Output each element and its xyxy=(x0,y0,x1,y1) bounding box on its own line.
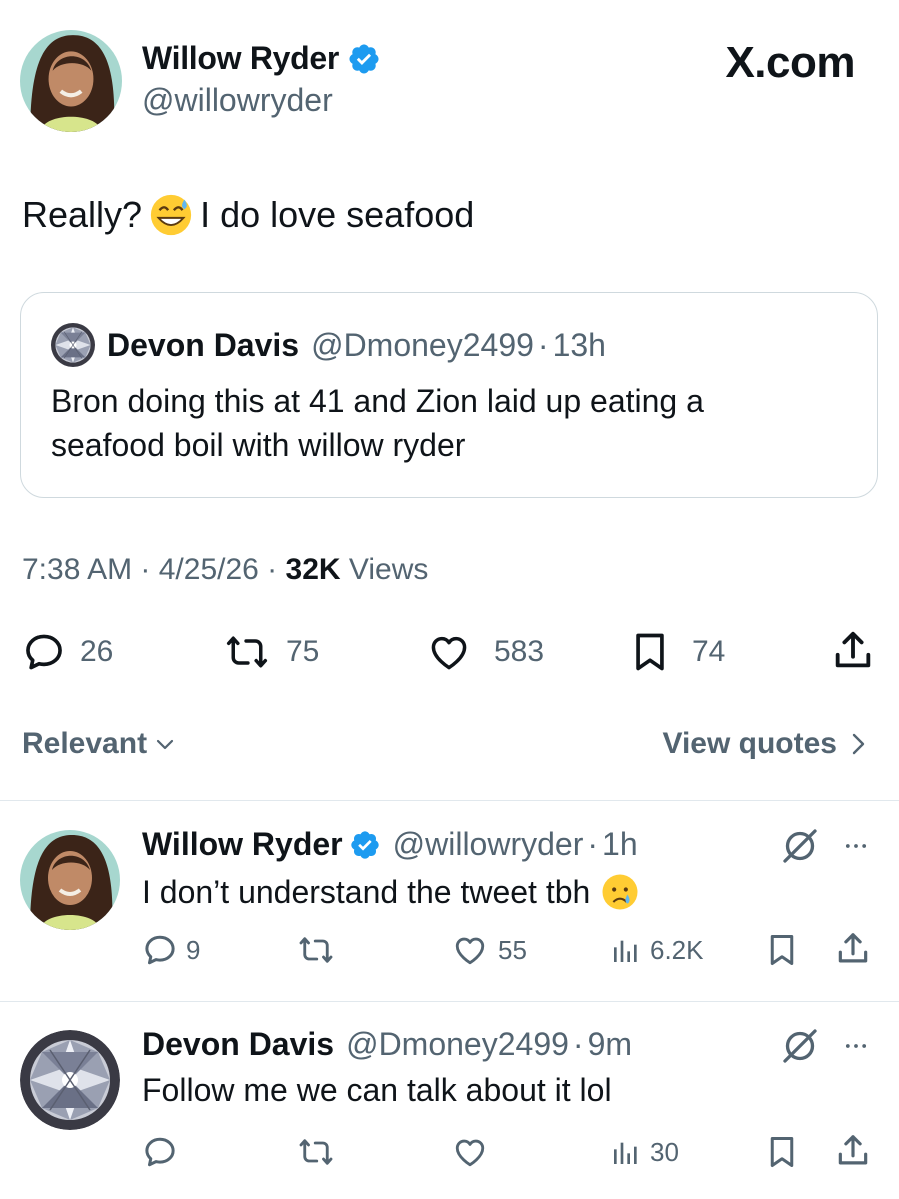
bookmark-icon[interactable] xyxy=(764,932,800,968)
reply-icon xyxy=(22,630,66,674)
reply-2-avatar-image xyxy=(20,1030,120,1130)
like-button[interactable]: 583 xyxy=(424,630,544,674)
bookmark-icon xyxy=(628,630,672,674)
tweet-time: 7:38 AM xyxy=(22,553,133,586)
reply-2-text-content: Follow me we can talk about it lol xyxy=(142,1072,612,1108)
author-name-row[interactable]: Willow Ryder xyxy=(142,40,381,77)
reply-2-avatar[interactable] xyxy=(20,1030,120,1130)
views-icon xyxy=(610,932,642,968)
bookmark-icon[interactable] xyxy=(764,1134,800,1170)
repost-icon xyxy=(222,630,272,674)
reply-1-text-content: I don’t understand the tweet tbh xyxy=(142,873,591,910)
reply-1-header: Willow Ryder @willowryder · 1h xyxy=(142,826,638,863)
reply-2-separator: · xyxy=(572,1026,584,1062)
grok-icon[interactable] xyxy=(780,826,820,866)
tweet-text: Really? I do love seafood xyxy=(22,192,474,238)
tweet-text-start: Really? xyxy=(22,194,143,235)
reply-icon xyxy=(142,1134,178,1170)
share-icon[interactable] xyxy=(834,1132,872,1170)
quoted-author-handle: @Dmoney2499 xyxy=(311,326,534,363)
heart-icon xyxy=(450,932,490,968)
share-icon xyxy=(830,628,876,674)
reply-1-text: I don’t understand the tweet tbh xyxy=(142,872,640,912)
meta-separator: · xyxy=(258,553,286,586)
meta-separator: · xyxy=(132,553,159,586)
views-count: 32K xyxy=(285,553,341,586)
heart-icon xyxy=(450,1134,490,1170)
reply-2-repost-button[interactable] xyxy=(296,1134,336,1170)
reply-2-views[interactable]: 30 xyxy=(610,1134,679,1170)
view-quotes-label: View quotes xyxy=(662,727,838,760)
bookmark-count: 74 xyxy=(692,635,726,668)
sweat-smile-emoji-icon xyxy=(150,194,192,236)
quoted-avatar[interactable] xyxy=(51,323,95,367)
reply-2-author-name[interactable]: Devon Davis xyxy=(142,1026,334,1063)
view-quotes-link[interactable]: View quotes xyxy=(663,727,870,761)
reply-1-like-count: 55 xyxy=(498,934,527,965)
tweet-meta: 7:38 AM · 4/25/26 · 32K Views xyxy=(22,553,428,587)
crying-face-emoji-icon xyxy=(602,874,638,910)
reply-1-time: 1h xyxy=(602,826,638,862)
reply-2-time: 9m xyxy=(587,1026,633,1062)
quoted-tweet[interactable]: Devon Davis @Dmoney2499 · 13h Bron doing… xyxy=(20,292,878,498)
verified-badge-icon xyxy=(349,829,381,861)
reply-1-views-count: 6.2K xyxy=(650,934,704,965)
reply-2-header: Devon Davis @Dmoney2499 · 9m xyxy=(142,1026,632,1063)
share-icon[interactable] xyxy=(834,930,872,968)
chevron-down-icon xyxy=(156,739,174,750)
reply-1-views[interactable]: 6.2K xyxy=(610,932,704,968)
share-button[interactable] xyxy=(830,628,876,674)
views-icon xyxy=(610,1134,642,1170)
reply-1-author-name[interactable]: Willow Ryder xyxy=(142,826,343,863)
quoted-time: 13h xyxy=(552,326,606,363)
reply-icon xyxy=(142,932,178,968)
brand-logo: X.com xyxy=(725,38,855,87)
more-options-icon[interactable] xyxy=(838,1032,874,1060)
reply-2-reply-button[interactable] xyxy=(142,1134,178,1170)
bookmark-button[interactable]: 74 xyxy=(628,630,725,674)
reply-2-like-button[interactable] xyxy=(450,1134,490,1170)
reply-count: 26 xyxy=(80,635,114,668)
reply-1-like-button[interactable]: 55 xyxy=(450,932,527,968)
tweet-text-end: I do love seafood xyxy=(200,194,475,235)
reply-1-repost-button[interactable] xyxy=(296,932,336,968)
divider xyxy=(0,800,899,801)
reply-1-reply-count: 9 xyxy=(186,934,201,965)
reply-1-separator: · xyxy=(587,826,599,862)
repost-button[interactable]: 75 xyxy=(222,630,319,674)
reply-2-text: Follow me we can talk about it lol xyxy=(142,1072,612,1109)
reply-2-views-count: 30 xyxy=(650,1136,679,1167)
repost-count: 75 xyxy=(286,635,320,668)
heart-icon xyxy=(424,630,474,674)
grok-icon[interactable] xyxy=(780,1026,820,1066)
reply-1-avatar[interactable] xyxy=(20,830,120,930)
chevron-right-icon xyxy=(852,733,865,755)
divider xyxy=(0,1001,899,1002)
reply-1-reply-button[interactable]: 9 xyxy=(142,932,200,968)
repost-icon xyxy=(296,932,336,968)
reply-1-handle[interactable]: @willowryder xyxy=(393,826,584,863)
quoted-tweet-header: Devon Davis @Dmoney2499 · 13h xyxy=(51,323,606,367)
sort-relevant-dropdown[interactable]: Relevant xyxy=(22,727,177,761)
sort-label: Relevant xyxy=(22,727,148,760)
reply-2-handle[interactable]: @Dmoney2499 xyxy=(346,1026,569,1063)
views-label: Views xyxy=(340,553,429,586)
author-avatar[interactable] xyxy=(20,30,122,132)
reply-1-avatar-image xyxy=(20,830,120,930)
quoted-separator: · xyxy=(537,326,549,363)
author-handle[interactable]: @willowryder xyxy=(142,82,333,119)
reply-button[interactable]: 26 xyxy=(22,630,113,674)
quoted-author-name: Devon Davis xyxy=(107,326,300,363)
more-options-icon[interactable] xyxy=(838,832,874,860)
repost-icon xyxy=(296,1134,336,1170)
tweet-date: 4/25/26 xyxy=(158,553,259,586)
like-count: 583 xyxy=(494,635,545,668)
verified-badge-icon xyxy=(347,42,381,76)
author-avatar-image xyxy=(20,30,122,132)
quoted-tweet-text: Bron doing this at 41 and Zion laid up e… xyxy=(51,383,704,463)
author-name: Willow Ryder xyxy=(142,40,340,76)
